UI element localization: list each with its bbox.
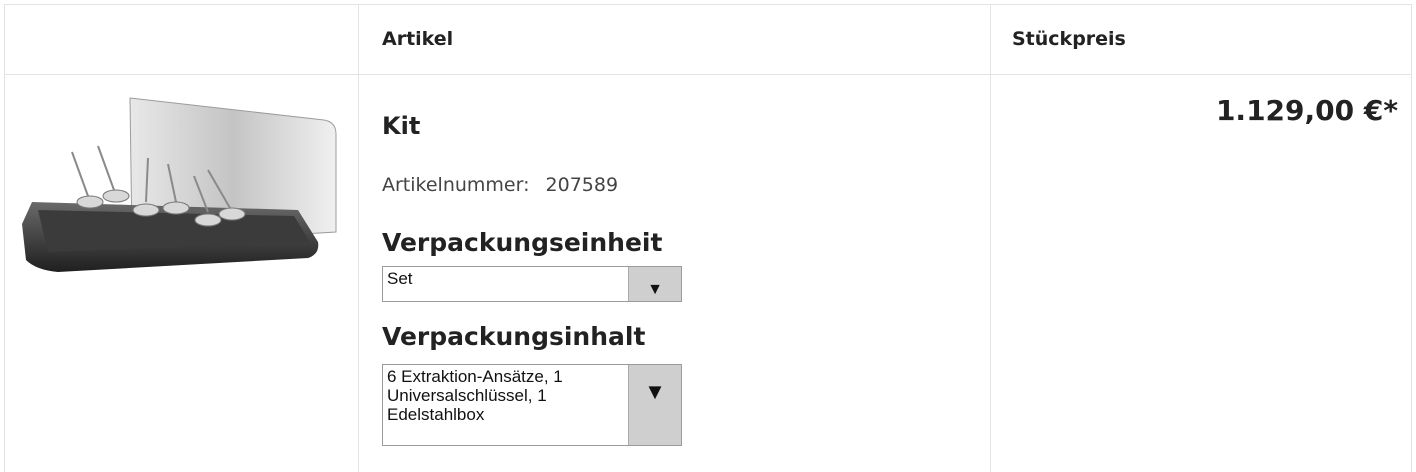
packaging-unit-dropdown-button[interactable]: ▼ [628,267,681,301]
packaging-content-select[interactable]: 6 Extraktion-Ansätze, 1 Universalschlüss… [382,364,682,446]
article-number-row: Artikelnummer: 207589 [382,174,618,196]
article-number-label: Artikelnummer: [382,174,530,196]
header-unit-price: Stückpreis [1012,28,1126,50]
packaging-unit-value: Set [387,269,413,288]
packaging-content-value: 6 Extraktion-Ansätze, 1 Universalschlüss… [387,367,563,424]
product-image[interactable] [18,92,338,282]
header-article: Artikel [382,28,454,50]
packaging-content-dropdown-button[interactable]: ▼ [628,365,681,445]
packaging-unit-select[interactable]: Set ▼ [382,266,682,302]
table-top-border [4,4,1412,5]
product-title[interactable]: Kit [382,112,420,140]
chevron-down-icon: ▼ [647,281,663,298]
table-header-divider [4,74,1412,75]
column-divider-image-article [358,4,359,472]
article-number-value: 207589 [545,174,619,196]
column-divider-article-price [990,4,991,472]
packaging-content-label: Verpackungsinhalt [382,322,646,351]
packaging-unit-label: Verpackungseinheit [382,228,663,257]
chevron-down-icon: ▼ [644,379,666,404]
table-right-border [1411,4,1412,472]
unit-price: 1.129,00 €* [1215,94,1398,127]
table-left-border [4,4,5,472]
